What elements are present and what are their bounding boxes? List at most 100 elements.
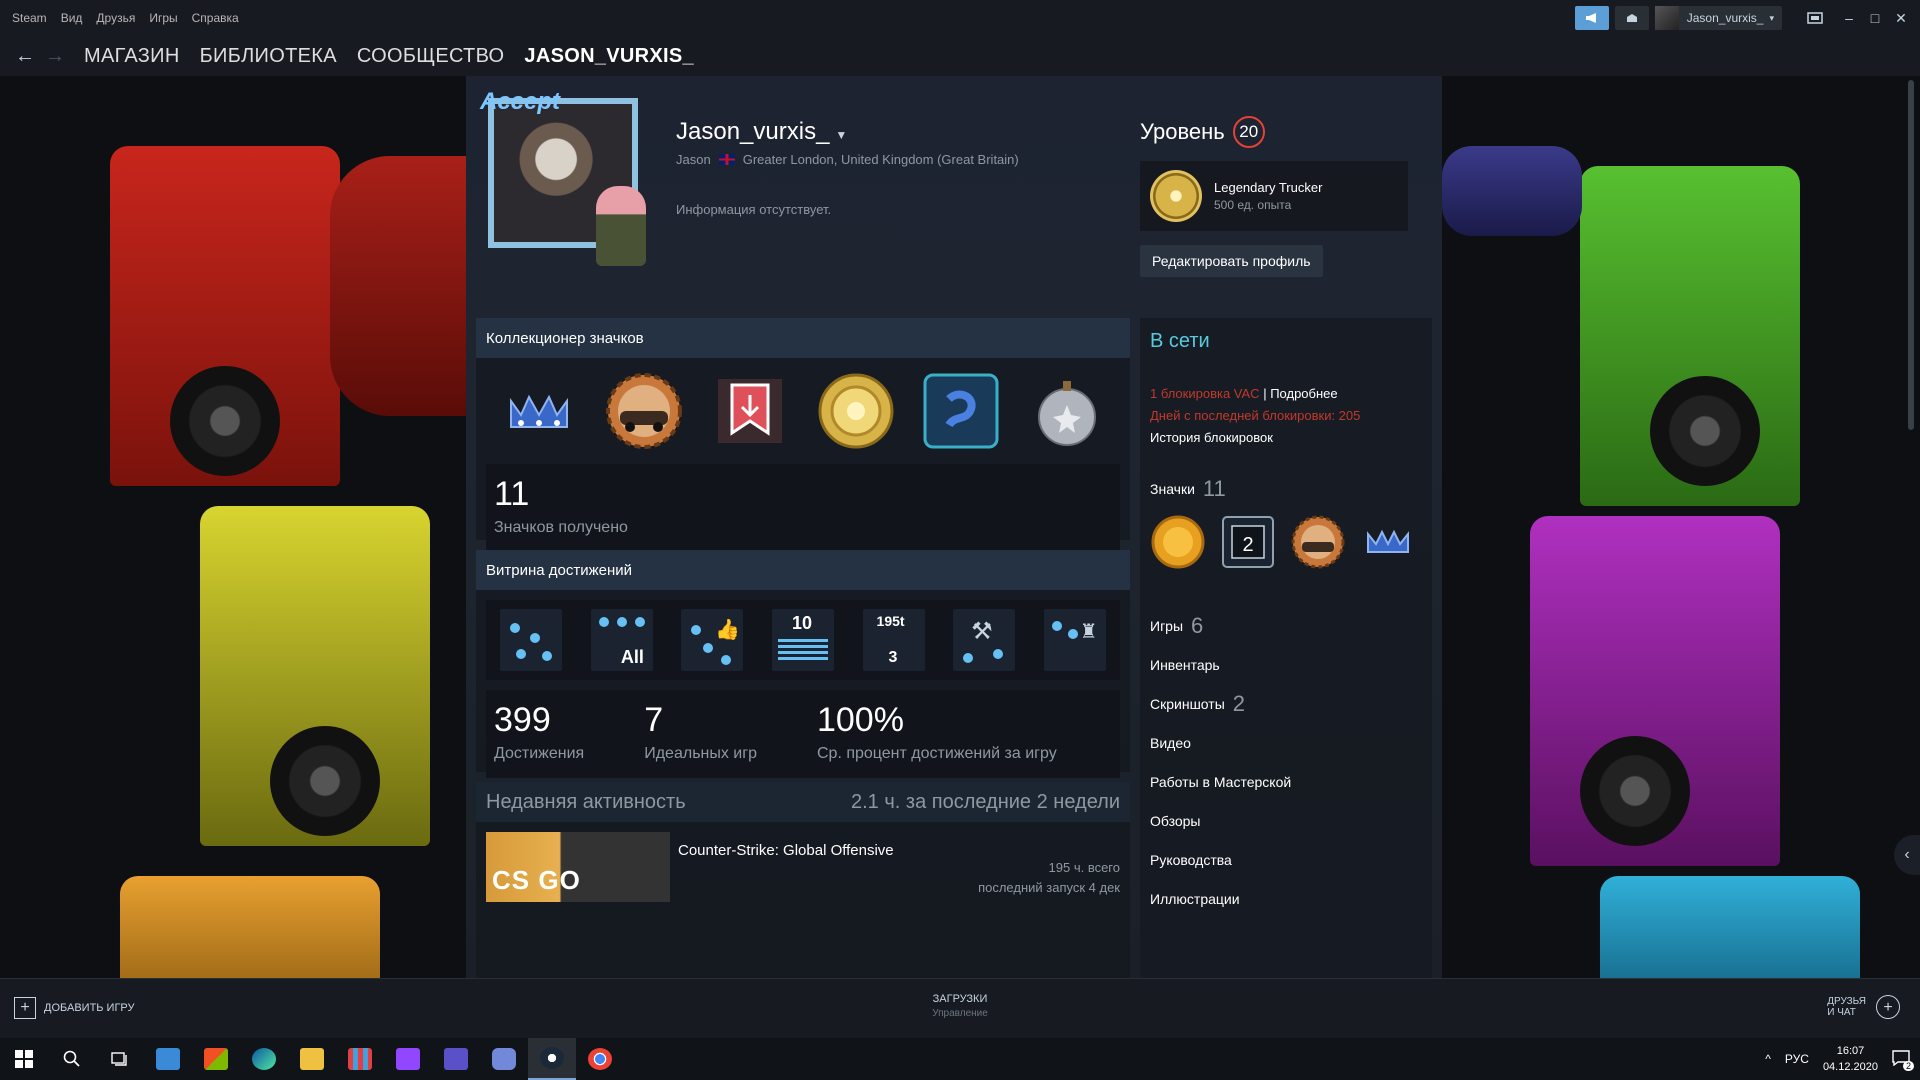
menu-steam[interactable]: Steam	[12, 11, 47, 25]
ornament-badge-icon[interactable]	[1027, 371, 1107, 451]
taskbar-mail[interactable]	[144, 1038, 192, 1080]
maximize-button[interactable]: □	[1862, 0, 1888, 36]
gold-medal-badge-icon[interactable]	[1150, 514, 1206, 570]
favorite-badge[interactable]: Legendary Trucker 500 ед. опыта	[1140, 161, 1408, 231]
announcements-button[interactable]	[1574, 6, 1609, 30]
menu-view[interactable]: Вид	[61, 11, 83, 25]
game-name[interactable]: Counter-Strike: Global Offensive	[678, 842, 894, 902]
avg-completion-stat[interactable]: 100% Ср. процент достижений за игру	[816, 701, 1057, 766]
nav-profile[interactable]: JASON_VURXIS_	[524, 45, 694, 68]
gold-coin-badge-icon[interactable]	[816, 371, 896, 451]
back-button[interactable]: ←	[10, 45, 40, 68]
taskbar-twitch[interactable]	[384, 1038, 432, 1080]
achievement-truck-10-icon[interactable]: 10	[771, 609, 834, 671]
achievement-truck-all-icon[interactable]: All	[590, 609, 653, 671]
nav-library[interactable]: БИБЛИОТЕКА	[200, 45, 337, 68]
start-button[interactable]	[0, 1038, 48, 1080]
badge-count-stat[interactable]: 11 Значков получено	[494, 475, 628, 540]
sidebar-item-count: 2	[1232, 690, 1246, 716]
avg-completion-label: Ср. процент достижений за игру	[816, 745, 1057, 763]
task-view-button[interactable]	[96, 1038, 144, 1080]
achievement-map-dots-icon[interactable]	[500, 609, 563, 671]
achievement-showcase-title: Витрина достижений	[476, 550, 1130, 590]
achievement-195t-icon[interactable]: 195t 3	[862, 609, 925, 671]
taskbar-chrome[interactable]	[576, 1038, 624, 1080]
edge-icon	[252, 1048, 276, 1070]
ban-history-link[interactable]: История блокировок	[1150, 427, 1432, 449]
clock-date: 04.12.2020	[1822, 1061, 1878, 1073]
sidebar-item-games[interactable]: Игры 6	[1150, 606, 1432, 645]
sidebar-item-screenshots[interactable]: Скриншоты 2	[1150, 684, 1432, 723]
forward-button[interactable]: →	[40, 45, 70, 68]
perfect-games-stat[interactable]: 7 Идеальных игр	[644, 701, 757, 766]
nav-links: МАГАЗИН БИБЛИОТЕКА СООБЩЕСТВО JASON_VURX…	[84, 45, 694, 68]
avg-completion-value: 100%	[816, 701, 904, 739]
car-gear-badge-icon[interactable]	[1290, 514, 1346, 570]
gold-coin-badge-icon	[1150, 170, 1202, 222]
game-capsule-image[interactable]: CS GO	[486, 832, 670, 902]
car-gear-badge-icon[interactable]	[604, 371, 684, 451]
level-2-badge-icon[interactable]: 2	[1220, 514, 1276, 570]
language-indicator[interactable]: РУС	[1785, 1052, 1809, 1066]
minimize-button[interactable]: –	[1836, 0, 1862, 36]
notification-center-button[interactable]: 2	[1892, 1049, 1914, 1071]
car-blue-image	[1442, 146, 1582, 236]
add-game-label: ДОБАВИТЬ ИГРУ	[44, 1002, 135, 1014]
achievements-total-stat[interactable]: 399 Достижения	[494, 701, 584, 766]
nav-store[interactable]: МАГАЗИН	[84, 45, 180, 68]
game-playtime: 195 ч. всего последний запуск 4 дек	[978, 858, 1120, 898]
sidebar-item-reviews[interactable]: Обзоры	[1150, 801, 1432, 840]
profile-name[interactable]: Jason_vurxis_ ▼	[676, 118, 847, 146]
downloads-button[interactable]: ЗАГРУЗКИ Управление	[900, 993, 1020, 1019]
level-badge[interactable]: 20	[1232, 116, 1265, 148]
friends-chat-button[interactable]: ДРУЗЬЯ И ЧАТ +	[1827, 995, 1900, 1019]
page-scrollbar[interactable]	[1908, 80, 1914, 430]
taskbar-save-app[interactable]	[432, 1038, 480, 1080]
menu-friends[interactable]: Друзья	[96, 11, 135, 25]
edit-profile-button[interactable]: Редактировать профиль	[1140, 245, 1323, 277]
taskbar-store[interactable]	[192, 1038, 240, 1080]
vac-more-link[interactable]: Подробнее	[1270, 386, 1337, 401]
achievement-stats: 399 Достижения 7 Идеальных игр 100% Ср. …	[486, 690, 1120, 778]
search-button[interactable]	[48, 1038, 96, 1080]
taskbar-explorer[interactable]	[288, 1038, 336, 1080]
chevron-up-icon[interactable]: ^	[1765, 1052, 1771, 1066]
taskbar-edge[interactable]	[240, 1038, 288, 1080]
menu-help[interactable]: Справка	[192, 11, 239, 25]
sidebar-item-workshop[interactable]: Работы в Мастерской	[1150, 762, 1432, 801]
vac-ban-text: 1 блокировка VAC	[1150, 386, 1260, 401]
sidebar-item-inventory[interactable]: Инвентарь	[1150, 645, 1432, 684]
blue-crystal-badge-icon[interactable]	[921, 371, 1001, 451]
menu-games[interactable]: Игры	[149, 11, 177, 25]
taskbar-steam[interactable]	[528, 1038, 576, 1080]
achievements-total-value: 399	[494, 701, 551, 739]
crown-badge-icon[interactable]	[499, 371, 579, 451]
sidebar-item-count: 6	[1191, 612, 1204, 638]
fav-badge-xp: 500 ед. опыта	[1214, 198, 1292, 212]
windows-taskbar: ^ РУС 16:07 04.12.2020 2	[0, 1038, 1920, 1080]
sidebar-item-videos[interactable]: Видео	[1150, 723, 1432, 762]
taskbar-discord[interactable]	[480, 1038, 528, 1080]
notifications-button[interactable]	[1614, 6, 1649, 30]
sidebar-item-label: Инвентарь	[1150, 656, 1220, 673]
big-picture-button[interactable]	[1802, 0, 1828, 36]
close-button[interactable]: ✕	[1888, 0, 1914, 36]
crown-badge-icon[interactable]	[1360, 514, 1416, 570]
badge-collector-title: Коллекционер значков	[476, 318, 1130, 358]
achievement-castle-road-icon[interactable]: ♜	[1043, 609, 1106, 671]
pink-card-badge-icon[interactable]	[710, 371, 790, 451]
account-menu[interactable]: Jason_vurxis_ ▾	[1654, 6, 1782, 30]
fav-badge-name: Legendary Trucker	[1214, 180, 1323, 195]
achievement-thumbs-up-icon[interactable]: 👍	[681, 609, 744, 671]
avatar-frame-text: Accept	[480, 88, 561, 115]
add-game-button[interactable]: + ДОБАВИТЬ ИГРУ	[14, 997, 135, 1019]
app-icon	[348, 1048, 372, 1070]
achievement-tools-icon[interactable]: ⚒	[953, 609, 1016, 671]
clock[interactable]: 16:07 04.12.2020	[1823, 1043, 1878, 1075]
sidebar-item-artwork[interactable]: Иллюстрации	[1150, 879, 1432, 918]
nav-community[interactable]: СООБЩЕСТВО	[357, 45, 505, 68]
taskbar-app[interactable]	[336, 1038, 384, 1080]
achievement-10-label: 10	[791, 613, 812, 633]
sidebar-badges-link[interactable]: Значки 11	[1150, 469, 1432, 508]
sidebar-item-guides[interactable]: Руководства	[1150, 840, 1432, 879]
